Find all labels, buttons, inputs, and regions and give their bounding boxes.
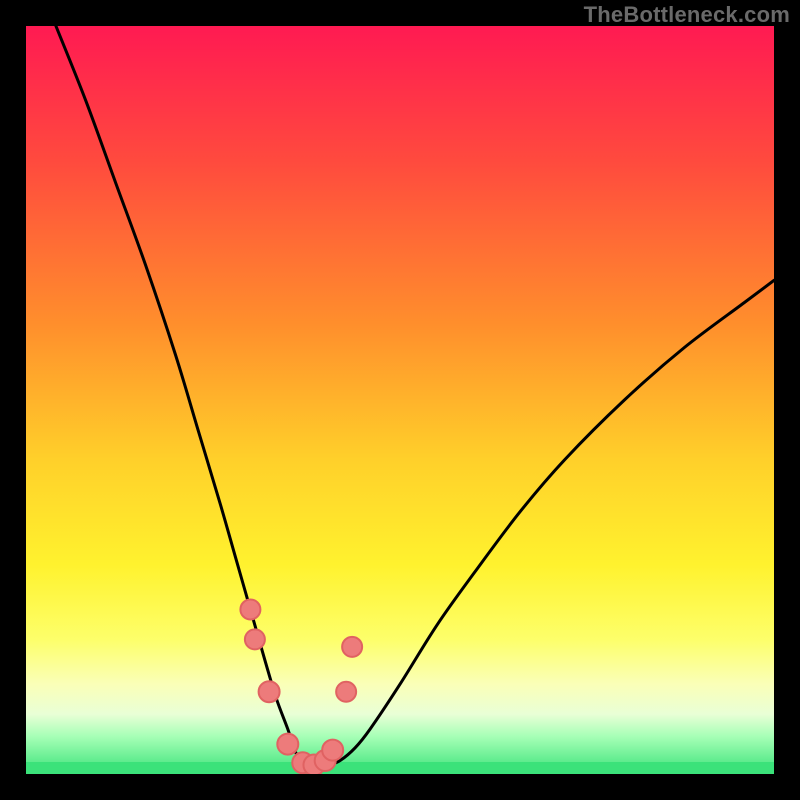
green-baseline-band [26, 762, 774, 774]
highlight-marker [342, 637, 362, 657]
highlight-marker [245, 629, 265, 649]
highlight-marker [259, 681, 280, 702]
bottleneck-chart [26, 26, 774, 774]
outer-frame: TheBottleneck.com [0, 0, 800, 800]
plot-area [26, 26, 774, 774]
gradient-background [26, 26, 774, 774]
watermark-text: TheBottleneck.com [584, 2, 790, 28]
highlight-marker [322, 740, 343, 761]
highlight-marker [240, 599, 260, 619]
highlight-marker [336, 682, 356, 702]
highlight-marker [277, 734, 298, 755]
